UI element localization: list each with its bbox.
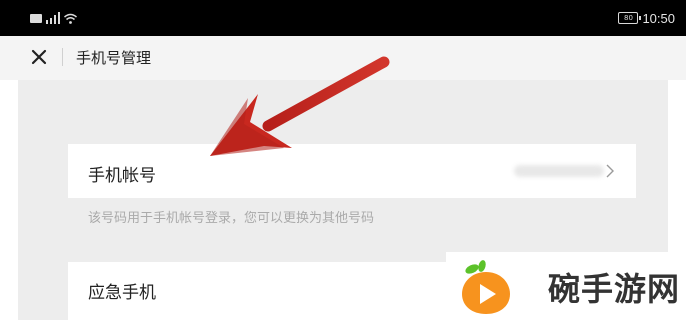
phone-account-value <box>514 165 604 177</box>
status-icons-left <box>30 11 77 25</box>
page-title: 手机号管理 <box>76 49 152 67</box>
nav-divider <box>62 48 63 66</box>
phone-account-label: 手机帐号 <box>88 166 156 186</box>
watermark-logo-icon <box>458 258 514 316</box>
nav-bar: 手机号管理 <box>0 36 686 80</box>
watermark-text: 碗手游网 <box>548 270 681 308</box>
signal-icon <box>46 12 60 24</box>
battery-icon: 80 <box>618 12 642 24</box>
chevron-right-icon <box>606 164 614 178</box>
emergency-phone-label: 应急手机 <box>88 283 156 303</box>
watermark: 碗手游网 <box>446 252 686 320</box>
close-icon[interactable] <box>26 44 52 70</box>
sim-card-icon <box>30 13 42 23</box>
wifi-icon <box>64 13 77 24</box>
status-icons-right: 80 10:50 <box>618 9 675 27</box>
phone-hint-text: 该号码用于手机帐号登录，您可以更换为其他号码 <box>88 211 375 226</box>
status-time: 10:50 <box>642 10 675 26</box>
status-bar: 80 10:50 <box>0 0 686 36</box>
phone-account-row[interactable]: 手机帐号 <box>68 144 636 198</box>
